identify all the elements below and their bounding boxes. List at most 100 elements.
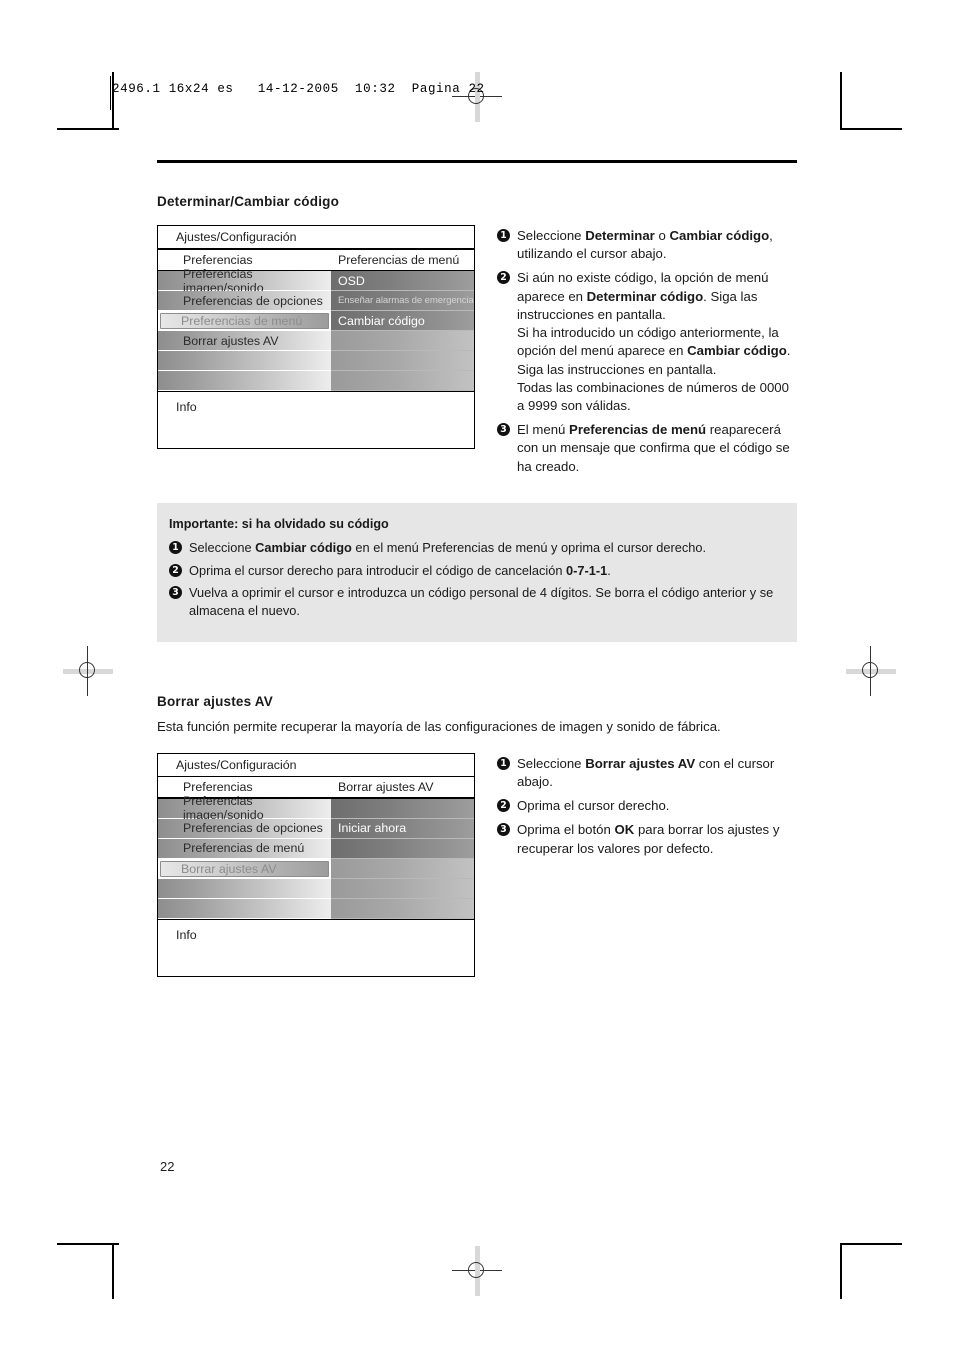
step-number-badge: 3 — [497, 823, 510, 837]
osd-row[interactable] — [158, 351, 474, 371]
step-number-badge: 3 — [497, 423, 510, 437]
osd-item-right[interactable]: OSD — [331, 271, 474, 291]
osd-rows-2: Preferencias imagen/sonido Preferencias d… — [158, 794, 474, 919]
osd-row[interactable]: Preferencias imagen/sonido — [158, 794, 474, 822]
osd-row[interactable]: Preferencias imagen/sonido OSD — [158, 267, 474, 295]
osd-item-left[interactable] — [158, 878, 331, 899]
osd-item-left[interactable] — [158, 898, 331, 919]
step-text: Seleccione — [189, 539, 256, 555]
step-number-badge: 1 — [497, 229, 510, 242]
osd-row[interactable]: Preferencias de menú — [158, 838, 474, 859]
osd-row[interactable]: Preferencias de menú Cambiar código — [158, 311, 474, 331]
step-number-badge: 2 — [497, 799, 510, 813]
step-number-badge: 2 — [497, 271, 510, 285]
section2-steps: 1 Seleccione Borrar ajustes AV con el cur… — [497, 755, 797, 977]
step-text: Oprima el cursor derecho. — [517, 798, 670, 814]
step-text: . — [607, 562, 611, 578]
section2-intro: Esta función permite recuperar la mayorí… — [157, 719, 721, 735]
step-number-badge: 3 — [169, 586, 182, 600]
osd-item-left[interactable]: Preferencias de opciones — [158, 291, 331, 311]
page-number: 22 — [160, 1159, 175, 1174]
step-text: Seleccione — [517, 228, 586, 243]
osd-row[interactable] — [158, 898, 474, 919]
osd-menu-1[interactable]: Ajustes/Configuración Preferencias Prefe… — [157, 225, 475, 449]
osd-item-right-empty — [331, 371, 474, 391]
emphasis-text: Determinar — [585, 228, 655, 243]
instruction-step: 1 Seleccione Determinar o Cambiar código,… — [497, 227, 797, 263]
step-text: o — [654, 228, 670, 243]
section1-heading: Determinar/Cambiar código — [157, 194, 340, 209]
osd-item-right-empty — [331, 898, 474, 919]
osd-item-left[interactable] — [158, 371, 331, 391]
section2-heading: Borrar ajustes AV — [157, 694, 273, 710]
instruction-step: 3 Oprima el botón OK para borrar los ajus… — [497, 821, 797, 857]
osd-header-right: Preferencias de menú — [331, 249, 474, 270]
osd-rows-1: Preferencias imagen/sonido OSD Preferencia… — [158, 267, 474, 391]
header-rule — [157, 160, 797, 163]
emphasis-text: Cambiar código — [255, 539, 352, 555]
emphasis-text: Determinar código — [586, 288, 704, 304]
registration-mark-bottom — [452, 1246, 502, 1296]
instruction-step: 2 Oprima el cursor derecho. — [497, 797, 797, 815]
step-number-badge: 1 — [169, 540, 182, 554]
step-text: Seleccione — [517, 755, 586, 771]
callout-steps: 1 Seleccione Cambiar código en el menú Pr… — [169, 539, 781, 620]
slug-rule — [110, 76, 111, 110]
osd-item-selected[interactable]: Borrar ajustes AV — [158, 858, 331, 879]
crop-mark-top-left-v — [112, 72, 114, 128]
osd-info-panel: Info — [158, 918, 474, 976]
important-callout: Importante: si ha olvidado su código 1 Se… — [157, 502, 797, 643]
callout-heading: Importante: si ha olvidado su código — [169, 516, 389, 531]
osd-row[interactable]: Preferencias de opciones Enseñar alarmas … — [158, 291, 474, 311]
emphasis-text: Preferencias de menú — [569, 422, 707, 438]
osd-item-right[interactable]: Enseñar alarmas de emergencia — [331, 291, 474, 311]
instruction-step: 3 El menú Preferencias de menú reaparecer… — [497, 421, 797, 476]
step-number-badge: 1 — [497, 756, 510, 770]
osd-item-right[interactable]: Iniciar ahora — [331, 818, 474, 839]
print-slug: 2496.1 16x24 es 14-12-2005 10:32 Pagina … — [112, 82, 485, 96]
osd-menu-2[interactable]: Ajustes/Configuración Preferencias Borra… — [157, 752, 475, 977]
osd-row[interactable] — [158, 878, 474, 899]
osd-item-right[interactable]: Cambiar código — [331, 311, 474, 331]
osd-item-right-empty — [331, 858, 474, 879]
emphasis-text: Borrar ajustes AV — [585, 755, 696, 771]
instruction-step: 3 Vuelva a oprimir el cursor e introduzca… — [169, 584, 781, 619]
osd-row[interactable]: Borrar ajustes AV — [158, 858, 474, 879]
crop-mark-bottom-left-h — [57, 1243, 119, 1245]
step-text: Oprima el cursor derecho para introducir… — [189, 562, 566, 578]
osd-item-left[interactable]: Borrar ajustes AV — [158, 331, 331, 351]
emphasis-text: Cambiar código — [669, 228, 770, 243]
osd-header-right: Borrar ajustes AV — [331, 777, 474, 798]
emphasis-text: Cambiar código — [687, 343, 787, 359]
step-text: Vuelva a oprimir el cursor e introduzca … — [189, 585, 774, 618]
registration-mark-left — [63, 646, 113, 696]
osd-row[interactable]: Preferencias de opciones Iniciar ahora — [158, 818, 474, 839]
osd-info-panel: Info — [158, 391, 474, 448]
osd-item-right-empty — [331, 878, 474, 899]
osd-item-right-empty — [331, 331, 474, 351]
step-text: El menú — [517, 422, 570, 438]
crop-mark-top-right-v — [840, 72, 842, 128]
section1-steps: 1 Seleccione Determinar o Cambiar código,… — [497, 227, 797, 482]
registration-mark-right — [846, 646, 896, 696]
osd-item-left[interactable]: Preferencias de menú — [158, 838, 331, 859]
emphasis-text: OK — [614, 822, 635, 838]
osd-item-selected[interactable]: Preferencias de menú — [158, 311, 331, 331]
step-text: Todas las combinaciones de números de 00… — [517, 379, 789, 413]
osd-item-left[interactable]: Preferencias imagen/sonido — [158, 794, 331, 822]
osd-item-left[interactable] — [158, 351, 331, 371]
step-number-badge: 2 — [169, 563, 182, 577]
instruction-step: 2 Oprima el cursor derecho para introduci… — [169, 562, 781, 580]
step-text: Oprima el botón — [517, 822, 615, 838]
section1-osd-wrapper: Ajustes/Configuración Preferencias Prefe… — [157, 225, 475, 482]
crop-mark-bottom-right-h — [840, 1243, 902, 1245]
osd-row[interactable] — [158, 371, 474, 391]
osd-item-right-empty — [331, 838, 474, 859]
osd-item-left[interactable]: Preferencias de opciones — [158, 818, 331, 839]
page-content: Determinar/Cambiar código Ajustes/Config… — [157, 160, 797, 977]
osd-item-right-empty — [331, 351, 474, 371]
crop-mark-top-left-h — [57, 128, 119, 130]
osd-row[interactable]: Borrar ajustes AV — [158, 331, 474, 351]
osd-item-left[interactable]: Preferencias imagen/sonido — [158, 267, 331, 295]
osd-title: Ajustes/Configuración — [158, 226, 474, 248]
